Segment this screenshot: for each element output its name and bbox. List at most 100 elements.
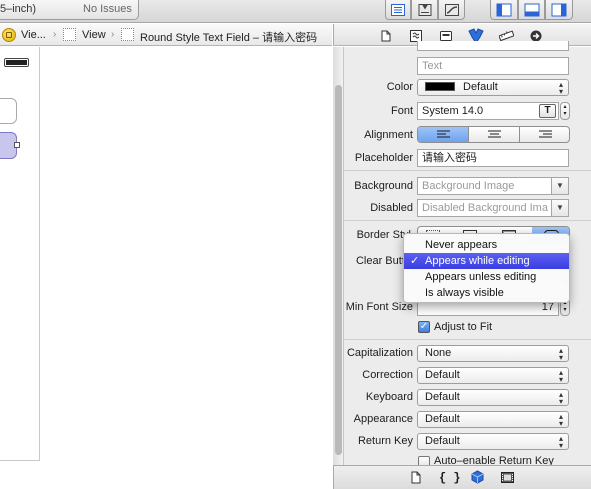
scheme-destination-text[interactable]: 5–inch): [0, 3, 36, 15]
font-label: Font: [390, 105, 413, 117]
return-key-popup[interactable]: Default ▴ ▾: [417, 433, 569, 450]
menu-item-appears-while-editing[interactable]: ✓ Appears while editing: [404, 253, 569, 269]
min-font-size-label: Min Font Size: [345, 301, 413, 313]
keyboard-label: Keyboard: [365, 391, 413, 403]
disabled-label: Disabled: [370, 202, 413, 214]
keyboard-value: Default: [425, 391, 460, 403]
breadcrumb-chevron-icon: ›: [53, 29, 57, 40]
breadcrumb-text-field[interactable]: Round Style Text Field – 请输入密码: [140, 29, 317, 45]
popup-arrows-icon: ▴ ▾: [558, 80, 563, 96]
section-divider: [344, 170, 591, 171]
menu-item-always-visible[interactable]: Is always visible: [404, 285, 569, 301]
popup-arrows-icon: ▴ ▾: [558, 346, 563, 362]
standard-editor-button[interactable]: [385, 0, 411, 20]
library-tab-bar: [333, 465, 591, 489]
popup-arrows-icon: ▴ ▾: [558, 368, 563, 384]
font-size-stepper[interactable]: ▴ ▾: [560, 102, 570, 120]
appearance-value: Default: [425, 413, 460, 425]
canvas-scene-edge: [0, 460, 40, 461]
menu-item-label: Appears while editing: [425, 255, 530, 267]
adjust-to-fit-label: Adjust to Fit: [434, 321, 493, 333]
object-library-icon[interactable]: [471, 470, 484, 484]
breadcrumb-view-controller[interactable]: Vie...: [21, 29, 46, 41]
align-left-icon: [437, 130, 450, 138]
breadcrumb-chevron-icon: ›: [111, 29, 115, 40]
font-value: System 14.0: [422, 105, 484, 117]
keyboard-popup[interactable]: Default ▴ ▾: [417, 389, 569, 406]
align-center-segment[interactable]: [469, 127, 520, 142]
view-controller-icon: [2, 28, 16, 42]
appearance-label: Appearance: [353, 413, 413, 425]
text-field[interactable]: Text: [417, 57, 569, 75]
align-center-icon: [488, 130, 501, 138]
adjust-to-fit-checkbox[interactable]: ✓: [418, 321, 430, 333]
return-key-label: Return Key: [357, 435, 413, 447]
resize-handle[interactable]: [14, 142, 20, 148]
section-divider: [344, 220, 591, 221]
color-swatch: [425, 82, 455, 91]
debug-area-toggle-button[interactable]: [518, 0, 545, 20]
file-inspector-icon[interactable]: [381, 30, 391, 42]
text-field-icon: [121, 28, 134, 41]
menu-item-label: Never appears: [425, 239, 498, 251]
placeholder-field[interactable]: 请输入密码: [417, 149, 569, 167]
background-image-placeholder: Background Image: [422, 180, 515, 192]
popup-arrows-icon: ▴ ▾: [558, 390, 563, 406]
menu-item-appears-unless-editing[interactable]: Appears unless editing: [404, 269, 569, 285]
alignment-segmented-control: [417, 126, 570, 143]
assistant-editor-button[interactable]: [411, 0, 438, 20]
canvas-scene-edge: [39, 47, 40, 461]
align-right-segment[interactable]: [520, 127, 569, 142]
align-left-segment[interactable]: [418, 127, 469, 142]
appearance-popup[interactable]: Default ▴ ▾: [417, 411, 569, 428]
utilities-toggle-button[interactable]: [545, 0, 573, 20]
navigator-toggle-button[interactable]: [490, 0, 518, 20]
dropdown-arrow-icon[interactable]: ▼: [551, 200, 568, 216]
correction-popup[interactable]: Default ▴ ▾: [417, 367, 569, 384]
capitalization-value: None: [425, 347, 452, 359]
disabled-background-placeholder: Disabled Background Ima: [422, 202, 548, 214]
alignment-label: Alignment: [364, 129, 413, 141]
bottom-panel-icon: [524, 3, 539, 16]
title-field-partial[interactable]: [417, 41, 569, 51]
placeholder-label: Placeholder: [354, 152, 413, 164]
clear-button-label: Clear Butto: [355, 255, 411, 267]
color-label: Color: [386, 81, 413, 93]
correction-value: Default: [425, 369, 460, 381]
breadcrumb-view[interactable]: View: [82, 29, 106, 41]
color-popup[interactable]: Default ▴ ▾: [417, 79, 569, 96]
left-panel-icon: [496, 3, 512, 16]
align-right-icon: [539, 130, 552, 138]
assistant-editor-icon: [418, 3, 431, 16]
border-style-label: Border Styl: [356, 229, 411, 241]
font-picker-button[interactable]: T: [539, 104, 556, 118]
file-template-library-icon[interactable]: [411, 471, 421, 484]
issues-status-text: No Issues: [83, 3, 132, 15]
battery-icon: [4, 58, 29, 67]
disabled-background-combo[interactable]: Disabled Background Ima ▼: [417, 199, 569, 217]
canvas-text-field[interactable]: [0, 98, 17, 124]
dropdown-arrow-icon[interactable]: ▼: [551, 178, 568, 194]
checkmark-icon: ✓: [410, 255, 420, 267]
popup-arrows-icon: ▴ ▾: [558, 412, 563, 428]
storyboard-canvas[interactable]: [0, 47, 332, 489]
capitalization-popup[interactable]: None ▴ ▾: [417, 345, 569, 362]
menu-item-never-appears[interactable]: Never appears: [404, 237, 569, 253]
color-value: Default: [463, 81, 498, 93]
return-key-value: Default: [425, 435, 460, 447]
capitalization-label: Capitalization: [346, 347, 413, 359]
version-editor-icon: [444, 3, 459, 16]
menu-item-label: Is always visible: [425, 287, 504, 299]
view-icon: [63, 28, 76, 41]
font-field[interactable]: System 14.0 T: [417, 102, 559, 120]
right-panel-icon: [551, 3, 567, 16]
background-image-combo[interactable]: Background Image ▼: [417, 177, 569, 195]
media-library-icon[interactable]: [501, 472, 514, 483]
clear-button-menu: Never appears ✓ Appears while editing App…: [403, 233, 570, 303]
section-divider: [344, 339, 591, 340]
code-snippet-library-icon[interactable]: { }: [439, 471, 461, 485]
version-editor-button[interactable]: [438, 0, 465, 20]
menu-item-label: Appears unless editing: [425, 271, 537, 283]
popup-arrows-icon: ▴ ▾: [558, 434, 563, 450]
background-label: Background: [354, 180, 413, 192]
